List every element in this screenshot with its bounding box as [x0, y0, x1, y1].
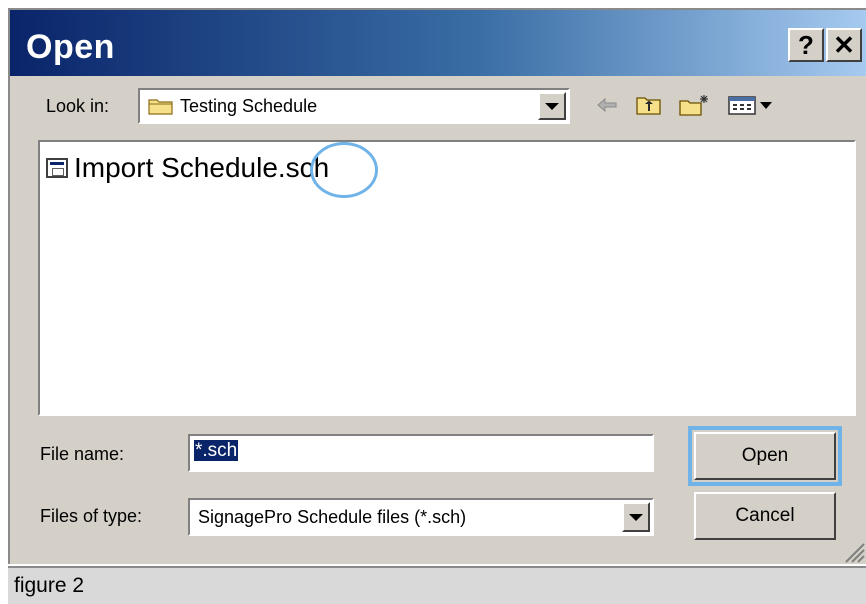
window-title: Open	[26, 28, 115, 66]
file-name-input[interactable]: *.sch	[188, 434, 654, 472]
file-type-label: Files of type:	[40, 506, 143, 526]
schedule-file-icon	[46, 158, 68, 178]
close-button[interactable]: ✕	[826, 28, 862, 62]
file-name-label: File name:	[40, 444, 125, 464]
back-arrow-icon[interactable]	[592, 90, 622, 120]
up-folder-icon[interactable]	[634, 90, 664, 120]
view-menu-icon[interactable]	[726, 90, 782, 120]
file-list[interactable]: Import Schedule.sch	[38, 140, 856, 416]
new-folder-icon[interactable]	[678, 90, 712, 120]
cancel-button[interactable]: Cancel	[694, 492, 836, 540]
file-name-value: *.sch	[194, 440, 239, 461]
title-bar[interactable]: Open ? ✕	[10, 10, 866, 76]
chevron-down-icon	[629, 513, 643, 521]
figure-caption: figure 2	[8, 566, 866, 604]
look-in-dropdown[interactable]: Testing Schedule	[138, 88, 570, 124]
file-type-value: SignagePro Schedule files (*.sch)	[198, 507, 467, 527]
resize-grip-icon[interactable]	[840, 538, 866, 564]
help-button[interactable]: ?	[788, 28, 824, 62]
look-in-label: Look in:	[46, 96, 110, 116]
chevron-down-icon	[545, 102, 559, 110]
file-type-dropdown-button[interactable]	[622, 502, 650, 532]
file-name-label: Import Schedule.sch	[74, 152, 330, 183]
open-button[interactable]: Open	[688, 426, 842, 486]
look-in-value: Testing Schedule	[180, 96, 318, 116]
list-item[interactable]: Import Schedule.sch	[46, 152, 329, 184]
highlight-circle	[310, 142, 378, 198]
file-type-dropdown[interactable]: SignagePro Schedule files (*.sch)	[188, 498, 654, 536]
look-in-dropdown-button[interactable]	[538, 92, 566, 120]
folder-icon	[148, 96, 174, 121]
